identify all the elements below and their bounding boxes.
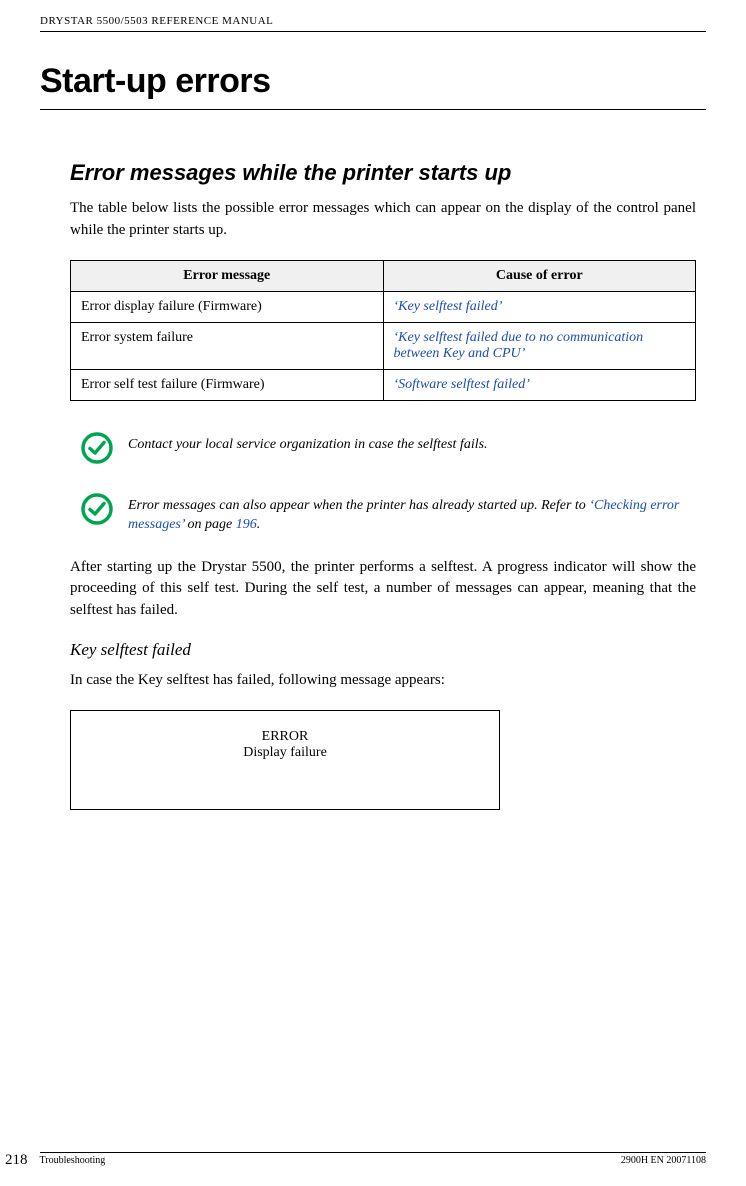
after-paragraph: After starting up the Drystar 5500, the …	[70, 557, 696, 622]
page-header: DRYSTAR 5500/5503 REFERENCE MANUAL	[40, 15, 706, 32]
checkmark-icon	[80, 431, 114, 470]
note-block-1: Contact your local service organization …	[70, 431, 696, 470]
footer-right: 2900H EN 20071108	[621, 1155, 706, 1166]
section-title: Error messages while the printer starts …	[70, 160, 696, 186]
note-page-link[interactable]: 196	[236, 517, 257, 532]
sub-paragraph: In case the Key selftest has failed, fol…	[70, 670, 696, 692]
display-line-1: ERROR	[71, 729, 499, 745]
table-cell-cause: ‘Key selftest failed’	[383, 291, 696, 322]
table-cell-msg: Error system failure	[71, 322, 384, 369]
note-middle: on page	[184, 517, 236, 532]
note-text: Contact your local service organization …	[128, 431, 488, 455]
table-row: Error system failure ‘Key selftest faile…	[71, 322, 696, 369]
table-header-cause: Cause of error	[383, 260, 696, 291]
page-number: 218	[5, 1152, 28, 1169]
table-cell-cause: ‘Software selftest failed’	[383, 369, 696, 400]
intro-paragraph: The table below lists the possible error…	[70, 198, 696, 242]
table-row: Error display failure (Firmware) ‘Key se…	[71, 291, 696, 322]
footer-left: Troubleshooting	[40, 1155, 106, 1166]
display-message-box: ERROR Display failure	[70, 710, 500, 810]
display-line-2: Display failure	[71, 745, 499, 761]
main-title: Start-up errors	[40, 62, 706, 110]
page-footer: 218 Troubleshooting 2900H EN 20071108	[0, 1152, 706, 1166]
table-cell-msg: Error self test failure (Firmware)	[71, 369, 384, 400]
note-suffix: .	[257, 517, 261, 532]
table-header-error-message: Error message	[71, 260, 384, 291]
note-block-2: Error messages can also appear when the …	[70, 492, 696, 535]
table-row: Error self test failure (Firmware) ‘Soft…	[71, 369, 696, 400]
checkmark-icon	[80, 492, 114, 531]
note-prefix: Error messages can also appear when the …	[128, 498, 589, 513]
table-cell-cause: ‘Key selftest failed due to no communica…	[383, 322, 696, 369]
note-text: Error messages can also appear when the …	[128, 492, 696, 535]
table-cell-msg: Error display failure (Firmware)	[71, 291, 384, 322]
sub-heading: Key selftest failed	[70, 640, 696, 660]
error-table: Error message Cause of error Error displ…	[70, 260, 696, 401]
